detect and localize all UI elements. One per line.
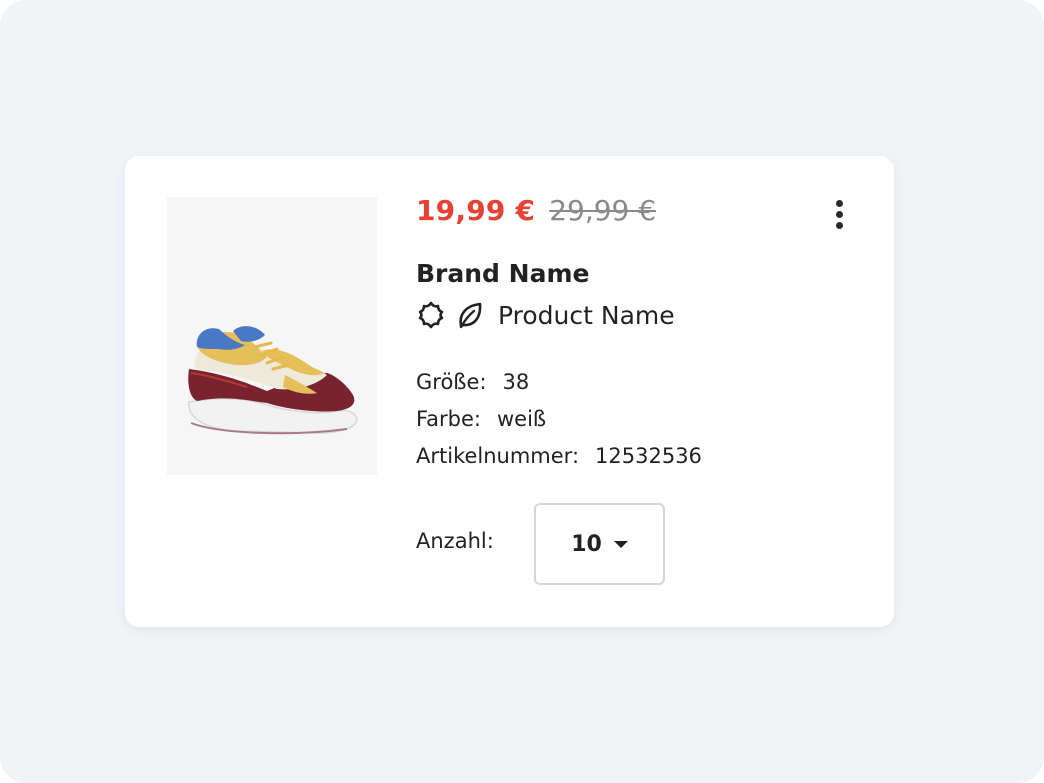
price-row: 19,99 € 29,99 € xyxy=(416,194,656,227)
attribute-size: Größe: 38 xyxy=(416,364,702,401)
more-options-button[interactable] xyxy=(825,194,853,234)
attribute-color: Farbe: weiß xyxy=(416,401,702,438)
sneaker-image xyxy=(188,326,358,435)
attribute-article-number: Artikelnummer: 12532536 xyxy=(416,438,702,475)
quantity-value: 10 xyxy=(571,531,602,557)
product-image[interactable] xyxy=(167,197,377,475)
leaf-icon xyxy=(456,300,484,330)
more-vertical-icon xyxy=(835,199,843,229)
attribute-label: Artikelnummer: xyxy=(416,444,580,468)
current-price: 19,99 € xyxy=(416,194,536,227)
product-attributes: Größe: 38 Farbe: weiß Artikelnummer: 125… xyxy=(416,364,702,475)
attribute-value: weiß xyxy=(496,407,547,431)
attribute-value: 12532536 xyxy=(595,444,702,468)
original-price: 29,99 € xyxy=(549,194,657,227)
attribute-value: 38 xyxy=(502,370,530,394)
product-name[interactable]: Product Name xyxy=(498,301,675,330)
attribute-label: Farbe: xyxy=(416,407,481,431)
brand-name[interactable]: Brand Name xyxy=(416,259,589,288)
cart-item-card: 19,99 € 29,99 € Brand Name Product Name … xyxy=(125,156,894,627)
page-background: 19,99 € 29,99 € Brand Name Product Name … xyxy=(0,0,1044,783)
product-title-row: Product Name xyxy=(416,300,675,330)
quantity-dropdown[interactable]: 10 xyxy=(534,503,665,585)
caret-down-icon xyxy=(613,540,628,548)
attribute-label: Größe: xyxy=(416,370,487,394)
quantity-label: Anzahl: xyxy=(416,529,494,553)
flower-badge-icon xyxy=(416,300,446,330)
